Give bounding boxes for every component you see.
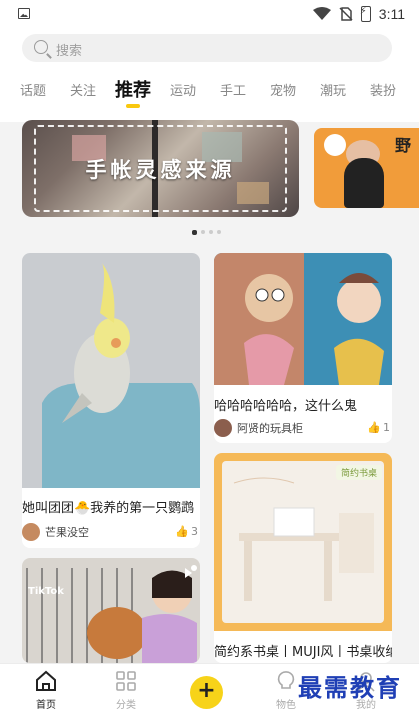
lightbulb-icon	[277, 671, 295, 689]
nav-categories[interactable]: 分类	[96, 670, 156, 711]
nav-home[interactable]: 首页	[16, 670, 76, 711]
mask-ears	[324, 134, 346, 156]
search-icon	[34, 40, 48, 54]
girl-and-dog-photo	[22, 558, 200, 663]
banner-journal-inspiration[interactable]: 手帐灵感来源	[22, 120, 299, 217]
author-name: 阿贤的玩具柜	[237, 422, 303, 435]
no-sim-icon	[339, 7, 353, 21]
watermark: 最需教育	[298, 674, 402, 702]
wifi-icon	[312, 7, 331, 20]
kid-figure	[344, 158, 384, 208]
nav-categories-label: 分类	[116, 700, 136, 711]
feed-card[interactable]: 简约书桌 简约系书桌丨MUJI风丨书桌收纳	[214, 453, 392, 663]
parrot-photo	[22, 253, 200, 488]
banner-pagination	[192, 229, 221, 235]
like-number: 3	[191, 525, 198, 538]
status-icons: 3:11	[312, 4, 405, 24]
thumb-up-icon: 👍	[367, 421, 381, 434]
card-title: 她叫团团🐣我养的第一只鹦鹉	[22, 501, 195, 516]
author-name: 芒果没空	[45, 526, 89, 539]
tiktok-logo: TikTok	[28, 586, 64, 597]
grid-icon	[116, 671, 136, 691]
tab-trendy-toys[interactable]: 潮玩	[320, 80, 346, 99]
tab-following[interactable]: 关注	[70, 80, 96, 99]
clock: 3:11	[378, 6, 405, 22]
gallery-notification-icon	[18, 8, 30, 19]
category-tabs: 话题 关注 推荐 运动 手工 宠物 潮玩 装扮	[0, 72, 419, 112]
plus-icon: +	[197, 678, 216, 703]
avatar	[214, 419, 232, 437]
like-count[interactable]: 👍 1	[367, 421, 390, 434]
active-tab-indicator	[126, 104, 140, 108]
card-author[interactable]: 阿贤的玩具柜	[214, 419, 303, 437]
tab-pets[interactable]: 宠物	[270, 80, 296, 99]
nav-home-label: 首页	[36, 700, 56, 711]
pagination-dot-active	[192, 229, 197, 235]
tab-handcraft[interactable]: 手工	[220, 80, 246, 99]
card-badge: 简约书桌	[335, 465, 382, 480]
card-author[interactable]: 芒果没空	[22, 523, 89, 541]
like-count[interactable]: 👍 3	[175, 525, 198, 538]
pagination-dot	[201, 230, 205, 234]
thumb-up-icon: 👍	[175, 525, 189, 538]
card-title: 简约系书桌丨MUJI风丨书桌收纳	[214, 645, 392, 660]
banner-title: 手帐灵感来源	[85, 158, 236, 182]
banner-side-mark: 野	[394, 136, 411, 155]
header: 搜索 话题 关注 推荐 运动 手工 宠物 潮玩 装扮	[0, 30, 419, 122]
tab-recommended[interactable]: 推荐	[115, 76, 151, 102]
avatar	[22, 523, 40, 541]
video-play-icon	[185, 568, 192, 578]
pagination-dot	[217, 230, 221, 234]
search-input[interactable]: 搜索	[22, 34, 392, 62]
card-title: 哈哈哈哈哈哈，这什么鬼	[214, 399, 358, 414]
home-icon	[36, 670, 56, 691]
nav-discover-label: 物色	[276, 700, 296, 711]
add-post-button[interactable]: +	[190, 676, 223, 709]
banner-next-preview[interactable]: 野	[314, 128, 419, 208]
tab-dress-up[interactable]: 装扮	[370, 80, 396, 99]
tab-sports[interactable]: 运动	[170, 80, 196, 99]
toy-figures-photo	[214, 253, 392, 385]
tab-topics[interactable]: 话题	[20, 80, 46, 99]
search-placeholder: 搜索	[56, 44, 83, 59]
like-number: 1	[383, 421, 390, 434]
feed-card[interactable]: 她叫团团🐣我养的第一只鹦鹉 芒果没空 👍 3	[22, 253, 200, 548]
battery-icon	[360, 6, 371, 22]
pagination-dot	[209, 230, 213, 234]
status-bar: 3:11	[0, 0, 419, 30]
feed-card[interactable]: TikTok	[22, 558, 200, 663]
feed-card[interactable]: 哈哈哈哈哈哈，这什么鬼 阿贤的玩具柜 👍 1	[214, 253, 392, 443]
